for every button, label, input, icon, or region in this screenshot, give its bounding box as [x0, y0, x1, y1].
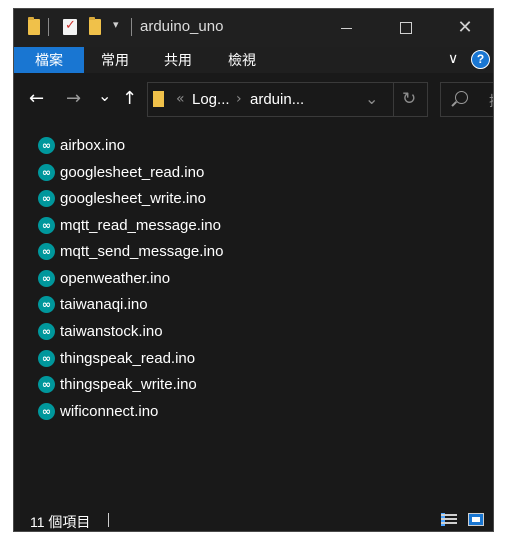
address-dropdown-icon[interactable]: ⌄ [365, 89, 378, 108]
navigation-bar: ← → ⌄ ↑ « Log... › arduin... ⌄ ↻ 搜 [14, 73, 493, 127]
arduino-file-icon: ∞ [38, 322, 55, 340]
minimize-button[interactable] [316, 9, 376, 47]
file-name: taiwanstock.ino [60, 322, 163, 340]
breadcrumb-overflow-icon[interactable]: « [176, 91, 185, 107]
details-view-icon[interactable] [441, 513, 457, 526]
file-name: mqtt_send_message.ino [60, 242, 224, 260]
arduino-file-icon: ∞ [38, 189, 55, 207]
expand-ribbon-icon[interactable]: ∨ [448, 51, 458, 67]
arduino-file-icon: ∞ [38, 295, 55, 313]
tiles-view-icon[interactable] [468, 513, 484, 526]
ribbon-tabs: 檔案 常用 共用 檢視 ∨ ? [14, 47, 493, 73]
tab-home[interactable]: 常用 [90, 47, 140, 73]
new-folder-icon[interactable] [89, 17, 101, 35]
arduino-file-icon: ∞ [38, 163, 55, 181]
window-title: arduino_uno [140, 18, 224, 35]
list-item[interactable]: ∞ taiwanaqi.ino [38, 293, 148, 315]
up-button[interactable]: ↑ [122, 90, 137, 108]
properties-checklist-icon[interactable] [63, 18, 77, 35]
help-icon[interactable]: ? [471, 50, 490, 69]
list-item[interactable]: ∞ mqtt_read_message.ino [38, 214, 221, 236]
folder-icon [153, 91, 164, 107]
file-name: thingspeak_write.ino [60, 375, 197, 393]
arduino-file-icon: ∞ [38, 349, 55, 367]
list-item[interactable]: ∞ googlesheet_write.ino [38, 187, 206, 209]
address-separator [393, 83, 394, 116]
list-item[interactable]: ∞ googlesheet_read.ino [38, 161, 204, 183]
arduino-file-icon: ∞ [38, 269, 55, 287]
search-placeholder: 搜 [489, 91, 493, 111]
tab-share[interactable]: 共用 [153, 47, 203, 73]
breadcrumb-separator-icon[interactable]: › [236, 91, 242, 107]
file-name: googlesheet_read.ino [60, 163, 205, 181]
file-name: googlesheet_write.ino [60, 189, 206, 207]
file-name: airbox.ino [60, 136, 126, 154]
arduino-file-icon: ∞ [38, 242, 55, 260]
address-bar[interactable]: « Log... › arduin... ⌄ ↻ [147, 82, 428, 117]
close-button[interactable]: ✕ [435, 9, 493, 47]
list-item[interactable]: ∞ openweather.ino [38, 267, 170, 289]
status-bar: 11 個項目 [14, 508, 493, 531]
file-list: ∞ airbox.ino ∞ googlesheet_read.ino ∞ googl… [14, 127, 493, 497]
list-item[interactable]: ∞ thingspeak_read.ino [38, 347, 195, 369]
search-icon [455, 91, 468, 104]
breadcrumb-item[interactable]: arduin... [250, 91, 304, 108]
list-item[interactable]: ∞ thingspeak_write.ino [38, 373, 197, 395]
refresh-icon[interactable]: ↻ [402, 89, 416, 109]
list-item[interactable]: ∞ mqtt_send_message.ino [38, 240, 223, 262]
list-item[interactable]: ∞ wificonnect.ino [38, 400, 158, 422]
breadcrumb-item[interactable]: Log... [192, 91, 230, 108]
file-name: wificonnect.ino [60, 402, 159, 420]
status-separator [108, 513, 109, 527]
file-name: taiwanaqi.ino [60, 295, 148, 313]
maximize-button[interactable] [376, 9, 436, 47]
close-icon: ✕ [457, 17, 473, 38]
tab-file[interactable]: 檔案 [14, 47, 84, 73]
title-separator [48, 18, 49, 36]
arduino-file-icon: ∞ [38, 402, 55, 420]
list-item[interactable]: ∞ airbox.ino [38, 134, 125, 156]
forward-button[interactable]: → [66, 90, 81, 108]
list-item[interactable]: ∞ taiwanstock.ino [38, 320, 163, 342]
file-name: openweather.ino [60, 269, 171, 287]
arduino-file-icon: ∞ [38, 136, 55, 154]
search-box[interactable]: 搜 [440, 82, 493, 117]
minimize-icon [340, 27, 352, 29]
folder-icon [28, 17, 40, 35]
tab-view[interactable]: 檢視 [217, 47, 267, 73]
file-name: mqtt_read_message.ino [60, 216, 221, 234]
arduino-file-icon: ∞ [38, 216, 55, 234]
title-separator [131, 18, 132, 36]
quick-access-dropdown-icon[interactable]: ▾ [113, 18, 119, 31]
item-count: 11 個項目 [30, 514, 91, 530]
arduino-file-icon: ∞ [38, 375, 55, 393]
title-bar: ▾ arduino_uno ✕ [14, 9, 493, 47]
file-explorer-window: ▾ arduino_uno ✕ 檔案 常用 共用 檢視 ∨ ? ← → ⌄ ↑ … [13, 8, 494, 532]
maximize-icon [400, 22, 412, 34]
back-button[interactable]: ← [29, 90, 44, 108]
recent-locations-button[interactable]: ⌄ [98, 87, 111, 105]
file-name: thingspeak_read.ino [60, 349, 196, 367]
